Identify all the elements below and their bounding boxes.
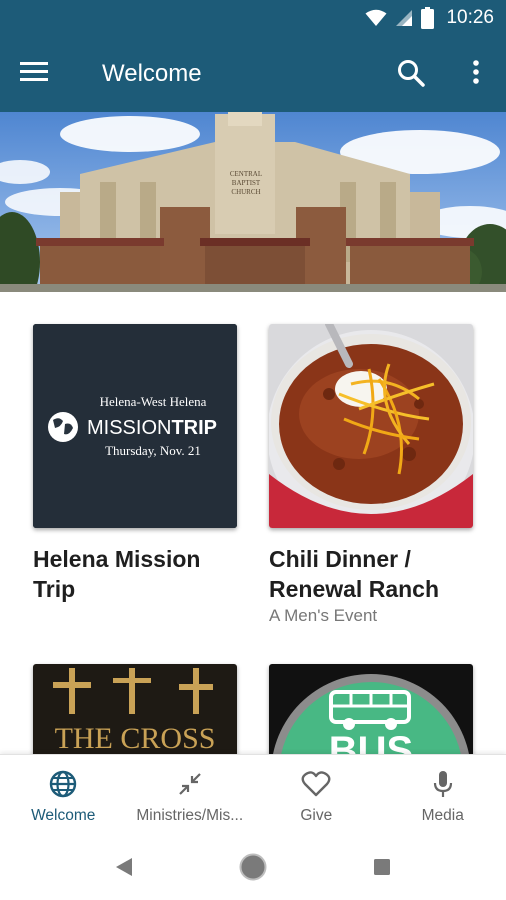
system-navigation-bar [0, 834, 506, 900]
status-icons: 10:26 [365, 6, 494, 30]
card-image: BUS [269, 664, 473, 754]
nav-label: Give [300, 807, 333, 824]
home-icon [239, 853, 267, 881]
app-bar: Welcome [0, 36, 506, 112]
church-banner-image: CENTRAL BAPTIST CHURCH [0, 112, 506, 292]
card-image: Helena-West Helena MISSIONTRIP Thursday,… [33, 324, 237, 528]
status-time: 10:26 [446, 7, 494, 28]
microphone-icon [428, 769, 458, 799]
card-image-mission: MISSION [87, 417, 171, 439]
nav-label: Media [421, 807, 464, 824]
card-the-cross[interactable]: THE CROSS [33, 664, 237, 754]
search-icon [398, 60, 425, 87]
nav-item-ministries[interactable]: Ministries/Mis... [127, 755, 254, 834]
banner-sign-line-2: BAPTIST [232, 179, 261, 187]
recents-icon [373, 859, 390, 875]
card-image [269, 324, 473, 528]
card-image-title: THE CROSS [55, 722, 216, 754]
collapse-arrows-icon [175, 769, 205, 799]
card-image-title: BUS [329, 729, 413, 754]
banner-sign-line-3: CHURCH [231, 188, 260, 196]
recents-button[interactable] [362, 847, 402, 887]
app-screen: 10:26 Welcome CENTRAL BAPTIST CHURCH Hel… [0, 0, 506, 900]
card-chili-dinner[interactable]: Chili Dinner / Renewal Ranch A Men's Eve… [269, 324, 473, 626]
home-button[interactable] [233, 847, 273, 887]
card-image: THE CROSS [33, 664, 237, 754]
card-image-line-3: Thursday, Nov. 21 [105, 443, 201, 458]
card-image-line-1: Helena-West Helena [100, 394, 207, 409]
back-icon [116, 858, 133, 876]
menu-button[interactable] [20, 60, 60, 88]
svg-text:MISSIONTRIP: MISSIONTRIP [87, 417, 217, 439]
nav-item-give[interactable]: Give [253, 755, 380, 834]
card-title: Helena Mission Trip [33, 546, 201, 602]
search-button[interactable] [396, 58, 428, 90]
card-image-trip: TRIP [171, 417, 217, 439]
nav-label: Ministries/Mis... [136, 807, 244, 824]
more-vert-icon [473, 60, 479, 84]
heart-icon [301, 769, 331, 799]
bottom-navigation: Welcome Ministries/Mis... Give Media [0, 754, 506, 834]
signal-icon [396, 10, 413, 26]
card-subtitle: A Men's Event [269, 606, 378, 625]
nav-label: Welcome [31, 807, 96, 824]
overflow-menu-button[interactable] [464, 58, 488, 90]
status-bar: 10:26 [0, 0, 506, 36]
nav-item-welcome[interactable]: Welcome [0, 755, 127, 834]
globe-icon [48, 769, 78, 799]
globe-logo-icon [48, 412, 78, 442]
card-bus[interactable]: BUS [269, 664, 473, 754]
wifi-icon [365, 9, 387, 26]
back-button[interactable] [104, 847, 144, 887]
menu-icon [20, 62, 48, 81]
banner-sign-line-1: CENTRAL [230, 170, 262, 178]
page-title: Welcome [102, 60, 202, 87]
battery-icon [421, 7, 435, 29]
content-grid: Helena-West Helena MISSIONTRIP Thursday,… [0, 292, 506, 754]
card-helena-mission-trip[interactable]: Helena-West Helena MISSIONTRIP Thursday,… [33, 324, 237, 604]
card-title: Chili Dinner / Renewal Ranch [269, 546, 439, 602]
nav-item-media[interactable]: Media [380, 755, 506, 834]
